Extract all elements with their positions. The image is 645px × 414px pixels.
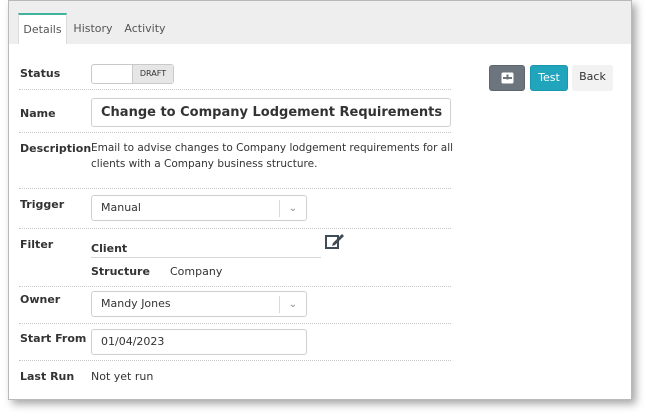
test-button[interactable]: Test	[530, 65, 568, 91]
filter-group: Client	[91, 242, 128, 255]
chevron-down-icon: ⌄	[279, 296, 306, 313]
filter-field: Structure	[91, 265, 150, 278]
start-from-label: Start From	[20, 332, 87, 345]
save-button[interactable]	[489, 65, 525, 91]
name-label: Name	[20, 107, 56, 120]
owner-label: Owner	[20, 293, 61, 306]
archive-icon	[501, 72, 514, 84]
app-window: Details History Activity Status DRAFT Na…	[8, 0, 632, 400]
last-run-label: Last Run	[20, 370, 75, 383]
last-run-value: Not yet run	[91, 370, 154, 383]
owner-select[interactable]: Mandy Jones ⌄	[91, 291, 307, 317]
edit-icon[interactable]	[325, 232, 345, 250]
description-line-1: Email to advise changes to Company lodge…	[91, 142, 454, 154]
divider	[19, 286, 451, 287]
filter-label: Filter	[20, 238, 54, 251]
start-from-input[interactable]: 01/04/2023	[91, 329, 307, 355]
tab-history[interactable]: History	[72, 13, 114, 44]
owner-value: Mandy Jones	[101, 297, 171, 310]
description-label: Description	[20, 142, 92, 155]
trigger-select[interactable]: Manual ⌄	[91, 195, 307, 221]
divider	[19, 360, 451, 361]
trigger-label: Trigger	[20, 198, 65, 211]
filter-underline	[91, 257, 321, 258]
divider	[19, 132, 451, 133]
tab-details[interactable]: Details	[18, 13, 67, 44]
divider	[19, 188, 451, 189]
tab-activity[interactable]: Activity	[123, 13, 167, 44]
name-input[interactable]: Change to Company Lodgement Requirements	[91, 98, 451, 127]
status-label: Status	[20, 67, 61, 80]
tab-bar: Details History Activity	[9, 1, 631, 44]
trigger-value: Manual	[101, 201, 141, 214]
divider	[19, 89, 451, 90]
status-toggle[interactable]: DRAFT	[91, 64, 174, 84]
description-line-2: clients with a Company business structur…	[91, 158, 318, 170]
back-button[interactable]: Back	[572, 65, 613, 91]
filter-value: Company	[170, 265, 223, 278]
divider	[19, 323, 451, 324]
chevron-down-icon: ⌄	[279, 200, 306, 217]
divider	[19, 228, 451, 229]
status-value: DRAFT	[132, 65, 173, 83]
